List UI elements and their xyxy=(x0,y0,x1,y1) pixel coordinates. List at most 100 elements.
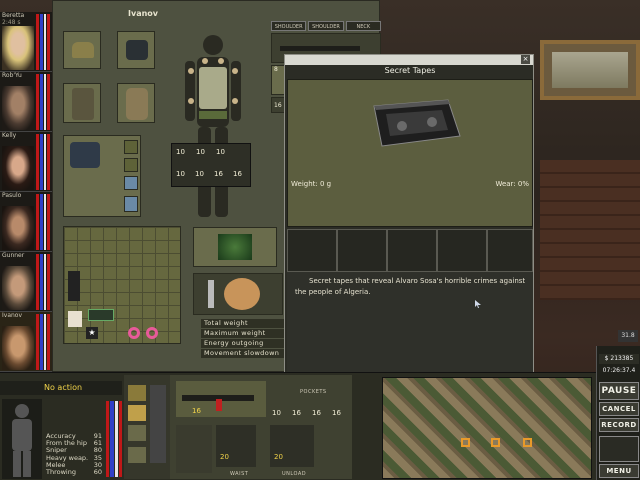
crouch-stance-button[interactable] xyxy=(128,405,146,421)
record-button[interactable]: RECORD xyxy=(599,418,639,432)
merc-portrait xyxy=(2,326,34,370)
attachment-slot[interactable] xyxy=(487,229,533,277)
attachment-slots xyxy=(287,229,533,277)
unload-slot[interactable]: 20 xyxy=(270,425,314,467)
merc-portrait xyxy=(2,266,34,310)
vest-slot[interactable] xyxy=(63,83,101,123)
pistol-icon xyxy=(70,142,100,168)
merc-name: Pasulo xyxy=(2,192,22,199)
merc-portrait xyxy=(2,26,34,70)
backpack-slot[interactable] xyxy=(117,83,155,123)
popup-title: Secret Tapes xyxy=(297,65,523,77)
ammo-count: 10 xyxy=(176,170,185,178)
merc-status-bars xyxy=(36,134,50,190)
merc-card-pasulo[interactable]: Pasulo xyxy=(0,192,52,252)
waist-slot[interactable]: 20 xyxy=(216,425,256,467)
mag-count: 16 xyxy=(274,102,282,109)
flashlight-icon xyxy=(68,271,80,301)
unload-label: UNLOAD xyxy=(282,471,307,477)
ammo-box-icon xyxy=(124,196,138,212)
ammo-count: 10 xyxy=(195,170,204,178)
slowdown-label: Movement slowdown xyxy=(201,349,287,358)
bread-icon xyxy=(224,278,260,310)
helmet-slot[interactable] xyxy=(63,31,101,69)
ammo-count: 10 xyxy=(196,148,205,156)
pouch-icon xyxy=(124,158,138,172)
pocket-ammo: 16 xyxy=(312,409,321,417)
merc-portrait-column: Beretta 2:48 s Rob'Yu Kelly Pasulo Gunne… xyxy=(0,12,52,372)
waist-ammo: 20 xyxy=(220,453,229,461)
merc-name: Gunner xyxy=(2,252,25,259)
vhs-tape-icon xyxy=(373,99,461,147)
backpack-grid[interactable]: ★ xyxy=(63,226,181,344)
fire-mode-panel[interactable] xyxy=(150,385,166,463)
tab-shoulder-left[interactable]: SHOULDER xyxy=(271,21,307,31)
squad-marker[interactable] xyxy=(461,438,470,447)
pocket-ammo: 10 xyxy=(272,409,281,417)
tool-slot[interactable] xyxy=(193,273,283,315)
ammo-belt[interactable]: 10 10 10 10 10 16 16 xyxy=(171,143,251,187)
merc-status-bars xyxy=(36,14,50,70)
waist-label: WAIST xyxy=(230,471,249,477)
attachment-slot[interactable] xyxy=(287,229,337,277)
skill-stats: Accuracy 91 From the hip 61 Sniper 80 Heavy… xyxy=(46,432,102,477)
total-weight-label: Total weight xyxy=(201,319,287,328)
unload-ammo: 20 xyxy=(274,453,283,461)
merc-card-ivanov[interactable]: Ivanov xyxy=(0,312,52,372)
squad-marker[interactable] xyxy=(523,438,532,447)
tab-neck[interactable]: NECK xyxy=(345,21,381,31)
backpack-icon xyxy=(126,88,148,120)
item-wear: Wear: 0% xyxy=(495,180,529,188)
max-weight-label: Maximum weight xyxy=(201,329,287,338)
helmet-icon xyxy=(72,42,94,58)
merc-card-kelly[interactable]: Kelly xyxy=(0,132,52,192)
tab-shoulder-right[interactable]: SHOULDER xyxy=(308,21,344,31)
merc-status-bars xyxy=(36,194,50,250)
pockets-label: POCKETS xyxy=(300,389,327,395)
stand-stance-button[interactable] xyxy=(128,385,146,401)
merc-name: Beretta xyxy=(2,12,25,19)
game-clock: 07:26:37.4 xyxy=(602,367,636,374)
goggles-slot[interactable] xyxy=(117,31,155,69)
magazine-icon xyxy=(216,399,222,411)
camo-kit-icon xyxy=(218,234,252,260)
merc-status-bars xyxy=(36,254,50,310)
night-vision-icon xyxy=(126,40,148,60)
merc-card-gunner[interactable]: Gunner xyxy=(0,252,52,312)
tactical-minimap[interactable] xyxy=(382,377,592,479)
holster-slot[interactable] xyxy=(63,135,141,217)
cancel-button[interactable]: CANCEL xyxy=(599,402,639,416)
vest-icon xyxy=(72,88,94,120)
ammo-count: 16 xyxy=(192,407,201,415)
tool-icons[interactable] xyxy=(599,436,639,462)
attachment-slot[interactable] xyxy=(387,229,437,277)
sneak-button[interactable] xyxy=(128,447,146,463)
merc-portrait xyxy=(2,146,34,190)
attachment-slot[interactable] xyxy=(337,229,387,277)
bottom-hud: No action Accuracy 91 From the hip 61 Snip… xyxy=(0,372,640,480)
squad-marker[interactable] xyxy=(491,438,500,447)
action-list[interactable] xyxy=(176,425,212,473)
merc-name: Kelly xyxy=(2,132,17,139)
prone-stance-button[interactable] xyxy=(128,425,146,441)
ammo-count: 10 xyxy=(176,148,185,156)
pocket-ammo: 16 xyxy=(332,409,341,417)
attachment-slot[interactable] xyxy=(437,229,487,277)
close-button[interactable]: × xyxy=(521,55,530,64)
primary-weapon-slot[interactable]: 16 xyxy=(176,381,266,417)
merc-card-robyu[interactable]: Rob'Yu xyxy=(0,72,52,132)
merc-sub: 2:48 s xyxy=(2,19,21,26)
equipment-tabs: SHOULDER SHOULDER NECK xyxy=(271,21,381,31)
ring-icon xyxy=(146,327,158,339)
menu-button[interactable]: MENU xyxy=(599,464,639,478)
rifle-icon xyxy=(280,46,360,51)
merc-card-beretta[interactable]: Beretta 2:48 s xyxy=(0,12,52,72)
pause-button[interactable]: PAUSE xyxy=(599,382,639,400)
popup-header-bar[interactable]: × xyxy=(285,55,533,65)
stat-row: Throwing 60 xyxy=(46,468,102,477)
camo-slot[interactable] xyxy=(193,227,277,267)
pocket-ammo: 16 xyxy=(292,409,301,417)
ammo-box-icon xyxy=(124,176,138,190)
side-slot[interactable]: 8 xyxy=(271,65,285,95)
character-silhouette xyxy=(185,35,241,217)
